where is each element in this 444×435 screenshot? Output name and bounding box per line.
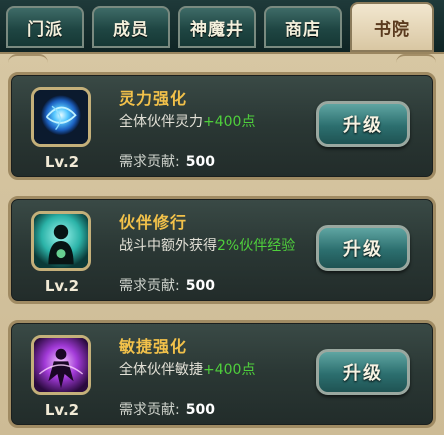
- skill-card-agility: Lv.2 敏捷强化 全体伙伴敏捷+400点 需求贡献: 500 升级: [8, 320, 436, 428]
- upgrade-button[interactable]: 升级: [316, 101, 410, 147]
- skill-title: 敏捷强化: [119, 337, 188, 356]
- skill-title: 灵力强化: [119, 89, 188, 108]
- tab-bar: 门派 成员 神魔井 商店 书院: [0, 0, 444, 52]
- upgrade-button[interactable]: 升级: [316, 349, 410, 395]
- tab-sect[interactable]: 门派: [6, 6, 84, 48]
- skill-description: 战斗中额外获得2%伙伴经验: [119, 238, 296, 254]
- skill-level: Lv.2: [44, 401, 80, 419]
- skill-title: 伙伴修行: [119, 213, 188, 232]
- skill-level: Lv.2: [44, 277, 80, 295]
- skill-level: Lv.2: [44, 153, 80, 171]
- tab-shop[interactable]: 商店: [264, 6, 342, 48]
- tab-demon-well[interactable]: 神魔井: [178, 6, 256, 48]
- skill-description: 全体伙伴敏捷+400点: [119, 362, 256, 378]
- blue-energy-orb-icon: [31, 87, 91, 147]
- tab-academy[interactable]: 书院: [350, 2, 434, 52]
- skill-card-training: Lv.2 伙伴修行 战斗中额外获得2%伙伴经验 需求贡献: 500 升级: [8, 196, 436, 304]
- skill-cost: 需求贡献: 500: [119, 278, 215, 294]
- upgrade-button[interactable]: 升级: [316, 225, 410, 271]
- tab-members[interactable]: 成员: [92, 6, 170, 48]
- corner-ornament-right: [396, 54, 436, 72]
- skill-card-spirit: Lv.2 灵力强化 全体伙伴灵力+400点 需求贡献: 500 升级: [8, 72, 436, 180]
- meditating-silhouette-icon: [31, 211, 91, 271]
- skill-description: 全体伙伴灵力+400点: [119, 114, 256, 130]
- skill-cost: 需求贡献: 500: [119, 402, 215, 418]
- skill-cost: 需求贡献: 500: [119, 154, 215, 170]
- corner-ornament-left: [8, 54, 48, 72]
- purple-agility-figure-icon: [31, 335, 91, 395]
